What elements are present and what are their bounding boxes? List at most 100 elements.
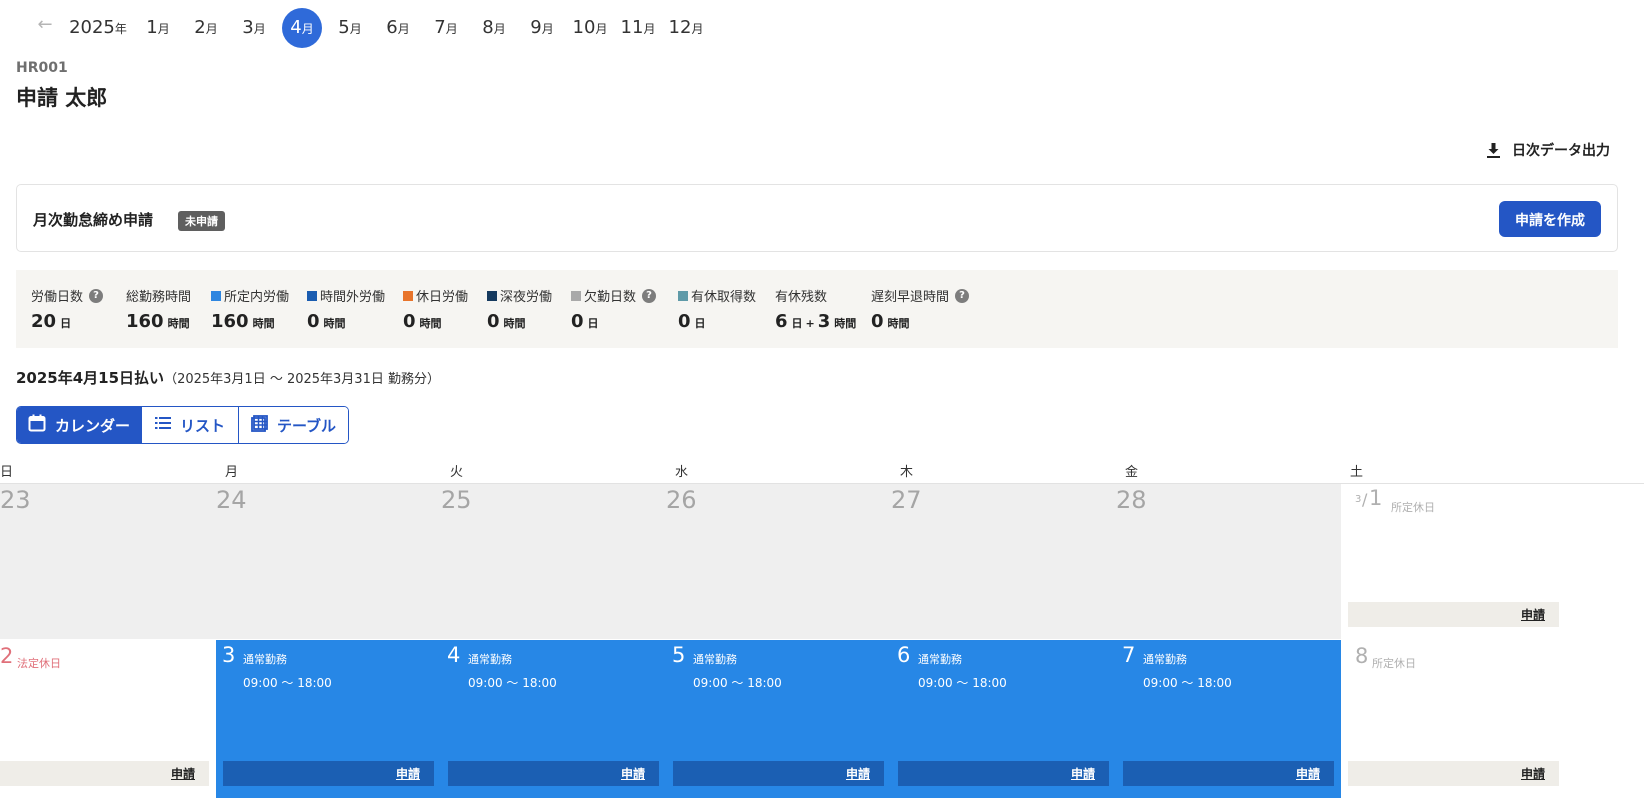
month-item-3[interactable]: 3月 [230,8,278,48]
request-label: 申請 [1295,767,1320,781]
view-calendar-button[interactable]: カレンダー [17,407,141,443]
help-icon[interactable]: ? [955,288,970,303]
stat-value-row: 0 時間 [487,311,552,332]
stat-value: 0 [307,311,320,332]
view-table-label: テーブル [276,416,337,435]
month-item-7[interactable]: 7月 [422,8,470,48]
day-number: 27 [891,486,922,514]
month-item-12[interactable]: 12 月 [662,8,710,48]
stat-label: 遅刻早退時間 [871,290,950,305]
day-cell: 28 [1116,484,1341,639]
day-cell[interactable]: 5 通常勤務 09:00 ～ 18:00 申請 [666,640,891,798]
request-button[interactable]: 申請 [0,761,209,786]
shift-type: 通常勤務 [918,653,962,666]
day-number: 5 [672,643,686,667]
day-cell: 23 [0,484,216,639]
weekday-label: 水 [675,465,689,480]
month-item-11[interactable]: 11 月 [614,8,662,48]
view-list-button[interactable]: リスト [141,407,238,443]
legend-swatch [307,290,317,301]
day-cell[interactable]: 8 所定休日 申請 [1341,640,1566,798]
status-badge: 未申請 [178,211,225,231]
stat-unit: 時間 [167,317,190,330]
request-button[interactable]: 申請 [673,761,884,786]
request-button[interactable]: 申請 [1123,761,1334,786]
request-label: 申請 [170,767,195,781]
month-item-1[interactable]: 1月 [134,8,182,48]
month-item-9[interactable]: 9月 [518,8,566,48]
month-number: 10 [572,17,596,38]
month-unit: 月 [643,22,656,36]
request-button[interactable]: 申請 [1348,761,1559,786]
help-icon[interactable]: ? [642,288,657,303]
month-number: 12 [668,17,692,38]
stat-value-row: 0 時間 [307,311,385,332]
work-period: （2025年3月1日 ～ 2025年3月31日 勤務分） [164,372,440,387]
day-cell[interactable]: 4 通常勤務 09:00 ～ 18:00 申請 [441,640,666,798]
legend-swatch [487,290,497,301]
request-button[interactable]: 申請 [448,761,659,786]
table-icon [251,414,268,436]
legend-swatch [571,290,581,301]
back-arrow-icon[interactable]: ← [34,14,56,36]
stat-unit: 日 [587,317,599,330]
stat-value: 160 [211,311,249,332]
month-item-6[interactable]: 6月 [374,8,422,48]
month-unit: 月 [493,22,506,36]
legend-swatch [211,290,221,301]
request-label: 申請 [845,767,870,781]
day-number: 1 [1369,486,1383,510]
weekday-label: 金 [1125,465,1139,480]
request-button[interactable]: 申請 [223,761,434,786]
month-item-2[interactable]: 2月 [182,8,230,48]
month-navigation: 2025 年 1 月 2 月 3 月 4 月 5 月 6 月 7 月 8 月 9 月 10 月 11 月 12 月 [62,8,710,48]
month-number: 2 [194,17,206,38]
day-number: 26 [666,486,697,514]
create-request-button[interactable]: 申請を作成 [1499,201,1601,237]
day-number: 25 [441,486,472,514]
year-selector[interactable]: 2025 年 [62,8,134,48]
request-button[interactable]: 申請 [898,761,1109,786]
month-unit: 月 [253,22,266,36]
day-number: 6 [897,643,911,667]
day-type: 所定休日 [1372,657,1416,670]
stat-label-row: 労働日数? [31,286,104,305]
stat-label-row: 深夜労働 [487,286,552,305]
month-unit: 月 [595,22,608,36]
shift-type: 通常勤務 [693,653,737,666]
help-icon[interactable]: ? [89,288,104,303]
stat-label-row: 時間外労働 [307,286,385,305]
shift-time: 09:00 ～ 18:00 [693,676,782,690]
month-item-4[interactable]: 4月 [282,8,322,48]
view-table-button[interactable]: テーブル [238,407,348,443]
month-item-8[interactable]: 8月 [470,8,518,48]
daily-data-export-button[interactable]: 日次データ出力 [1487,140,1610,160]
day-type: 法定休日 [17,657,61,670]
day-cell[interactable]: 3/1 所定休日 申請 [1341,484,1566,639]
day-cell[interactable]: 6 通常勤務 09:00 ～ 18:00 申請 [891,640,1116,798]
day-number: 23 [0,486,31,514]
month-number: 8 [482,17,494,38]
stat-unit: 時間 [252,317,275,330]
shift-type: 通常勤務 [1143,653,1187,666]
stat-value-row: 160 時間 [211,311,289,332]
stat-value-row: 160 時間 [126,311,191,332]
day-cell[interactable]: 7 通常勤務 09:00 ～ 18:00 申請 [1116,640,1341,798]
day-cell[interactable]: 3 通常勤務 09:00 ～ 18:00 申請 [216,640,441,798]
weekday-label: 土 [1350,465,1364,480]
month-item-5[interactable]: 5月 [326,8,374,48]
month-item-10[interactable]: 10 月 [566,8,614,48]
stat-value: 0 [403,311,416,332]
stat-separator: + [805,317,815,330]
month-unit: 月 [541,22,554,36]
stat-value-row: 0 時間 [871,311,969,332]
day-cell: 25 [441,484,666,639]
request-button[interactable]: 申請 [1348,602,1559,627]
stat-label-row: 所定内労働 [211,286,289,305]
list-icon [154,416,171,434]
stat-unit: 日 [791,317,803,330]
day-cell[interactable]: 2 法定休日 申請 [0,640,216,798]
month-unit: 月 [397,22,410,36]
stat-unit: 時間 [887,317,910,330]
shift-time: 09:00 ～ 18:00 [243,676,332,690]
